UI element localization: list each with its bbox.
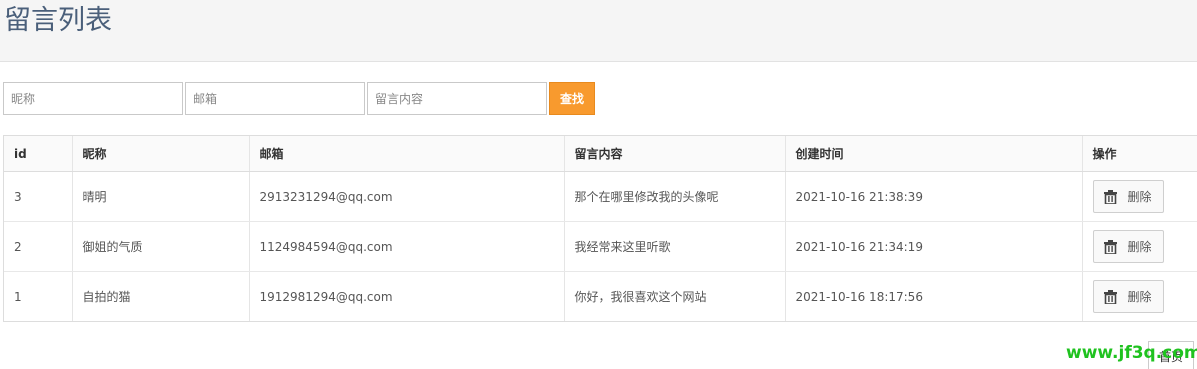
first-page-button[interactable]: 首页: [1148, 341, 1194, 369]
delete-button-label: 删除: [1127, 290, 1152, 304]
column-header-content: 留言内容: [564, 136, 786, 172]
page: 留言列表 查找 id 昵称 邮箱 留言内容 创建时间: [0, 0, 1197, 369]
column-header-action: 操作: [1082, 136, 1197, 172]
cell-email: 2913231294@qq.com: [249, 171, 565, 222]
cell-id: 3: [4, 171, 73, 222]
cell-email: 1912981294@qq.com: [249, 271, 565, 321]
cell-id: 2: [4, 221, 73, 272]
trash-icon: [1104, 289, 1118, 305]
trash-icon: [1104, 189, 1118, 205]
delete-button[interactable]: 删除: [1092, 280, 1164, 313]
table-row: 3 晴明 2913231294@qq.com 那个在哪里修改我的头像呢 2021…: [4, 171, 1197, 222]
cell-content: 那个在哪里修改我的头像呢: [564, 171, 786, 222]
column-header-created: 创建时间: [785, 136, 1083, 172]
message-table-container: id 昵称 邮箱 留言内容 创建时间 操作 3 晴明 2913231294@qq…: [3, 135, 1197, 322]
cell-email: 1124984594@qq.com: [249, 221, 565, 272]
delete-button-label: 删除: [1127, 190, 1152, 204]
cell-nickname: 晴明: [72, 171, 250, 222]
table-row: 1 自拍的猫 1912981294@qq.com 你好，我很喜欢这个网站 202…: [4, 271, 1197, 322]
email-search-input[interactable]: [185, 82, 365, 115]
cell-action: 删除: [1082, 221, 1197, 272]
page-header: 留言列表: [0, 0, 1197, 62]
column-header-email: 邮箱: [249, 136, 565, 172]
cell-created: 2021-10-16 21:38:39: [785, 171, 1083, 222]
cell-created: 2021-10-16 18:17:56: [785, 271, 1083, 321]
column-header-nickname: 昵称: [72, 136, 250, 172]
trash-icon: [1104, 239, 1118, 255]
page-title: 留言列表: [4, 5, 112, 36]
cell-nickname: 自拍的猫: [72, 271, 250, 321]
delete-button[interactable]: 删除: [1092, 230, 1164, 263]
table-row: 2 御姐的气质 1124984594@qq.com 我经常来这里听歌 2021-…: [4, 221, 1197, 272]
content-search-input[interactable]: [367, 82, 547, 115]
cell-action: 删除: [1082, 272, 1197, 322]
delete-button[interactable]: 删除: [1092, 180, 1164, 213]
cell-content: 你好，我很喜欢这个网站: [564, 271, 786, 321]
cell-content: 我经常来这里听歌: [564, 221, 786, 272]
column-header-id: id: [4, 136, 73, 172]
cell-action: 删除: [1082, 171, 1197, 222]
cell-created: 2021-10-16 21:34:19: [785, 221, 1083, 272]
message-table: id 昵称 邮箱 留言内容 创建时间 操作 3 晴明 2913231294@qq…: [4, 136, 1197, 321]
search-button[interactable]: 查找: [549, 82, 595, 115]
nickname-search-input[interactable]: [3, 82, 183, 115]
cell-id: 1: [4, 271, 73, 321]
cell-nickname: 御姐的气质: [72, 221, 250, 272]
delete-button-label: 删除: [1127, 240, 1152, 254]
table-header-row: id 昵称 邮箱 留言内容 创建时间 操作: [4, 136, 1197, 172]
